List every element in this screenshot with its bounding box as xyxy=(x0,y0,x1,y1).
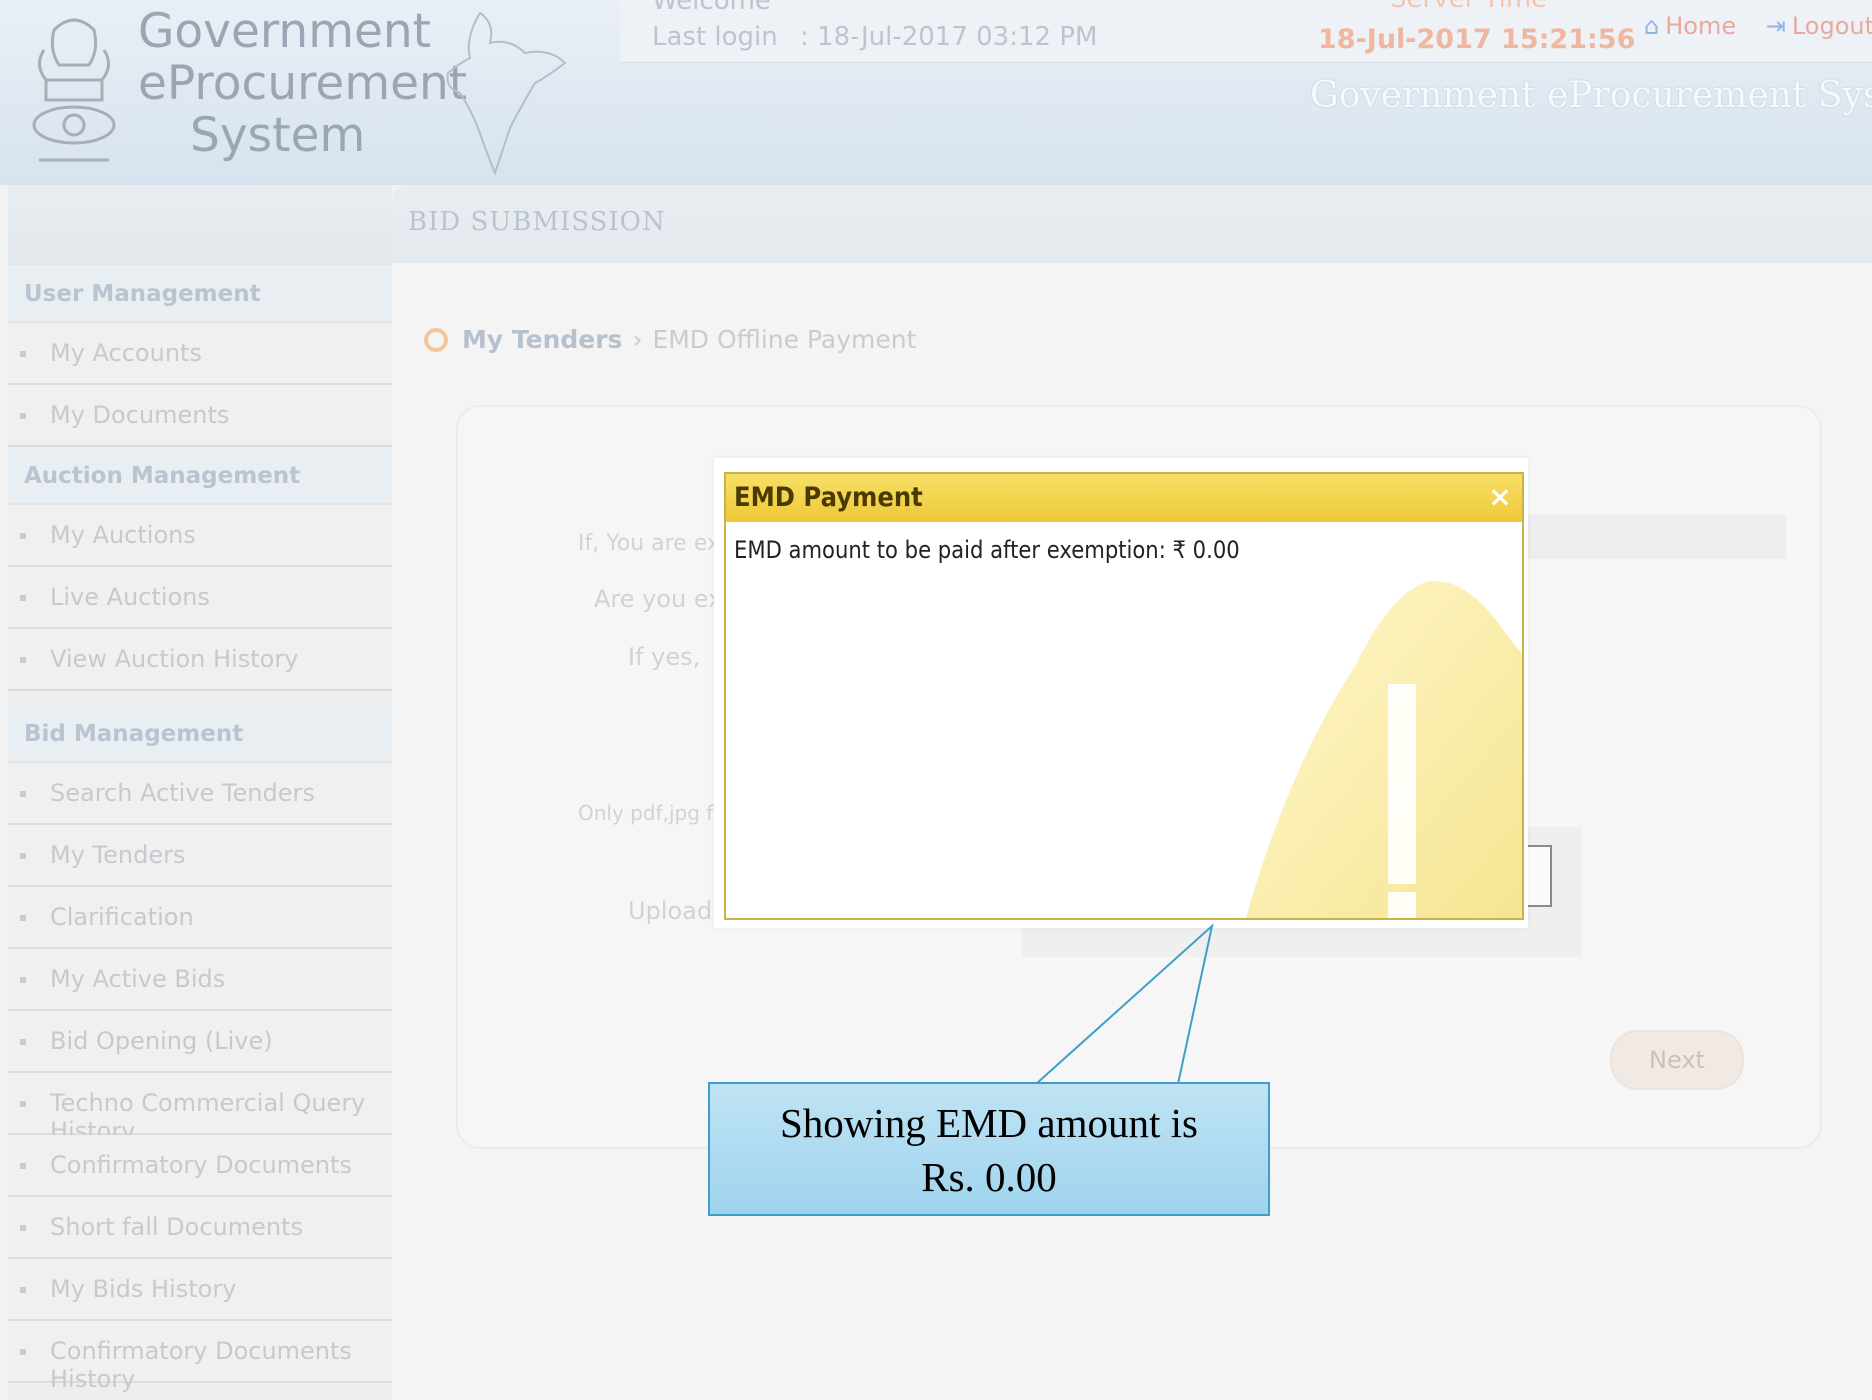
logout-link[interactable]: Logout xyxy=(1792,12,1872,40)
sidebar-heading-bid-management: Bid Management xyxy=(8,705,392,763)
breadcrumb-dot-icon xyxy=(424,328,448,352)
logo-line-2: eProcurement xyxy=(138,56,468,111)
sidebar-top xyxy=(8,185,392,265)
bullet-icon xyxy=(20,1225,26,1231)
page-title: BID SUBMISSION xyxy=(408,207,666,237)
callout-line-1: Showing EMD amount is xyxy=(780,1100,1198,1146)
logout-icon[interactable]: ⇥ xyxy=(1766,12,1786,40)
sidebar: User Management My Accounts My Documents… xyxy=(8,185,392,1400)
sidebar-item-label: My Documents xyxy=(50,401,230,429)
system-name: Government eProcurement System xyxy=(1310,75,1872,116)
if-yes-label: If yes, xyxy=(628,643,701,671)
bullet-icon xyxy=(20,1101,26,1107)
annotation-callout: Showing EMD amount is Rs. 0.00 xyxy=(708,1082,1270,1216)
sidebar-item-my-active-bids[interactable]: My Active Bids xyxy=(8,949,392,1011)
file-type-note: Only pdf,jpg f xyxy=(578,801,714,825)
sidebar-item-confirmatory-documents[interactable]: Confirmatory Documents xyxy=(8,1135,392,1197)
sidebar-item-label: My Auctions xyxy=(50,521,196,549)
national-emblem-icon xyxy=(32,18,116,162)
main-title-bar: BID SUBMISSION xyxy=(392,185,1872,263)
bullet-icon xyxy=(20,1349,26,1355)
emd-amount-message: EMD amount to be paid after exemption: ₹… xyxy=(734,536,1240,564)
breadcrumb-separator: › xyxy=(632,325,643,354)
sidebar-item-live-auctions[interactable]: Live Auctions xyxy=(8,567,392,629)
dialog-title-bar[interactable]: EMD Payment × xyxy=(726,474,1522,522)
header-nav: ⌂ Home ⇥ Logout xyxy=(1638,12,1872,40)
sidebar-heading-user-management: User Management xyxy=(8,265,392,323)
bullet-icon xyxy=(20,533,26,539)
upload-label: Upload xyxy=(628,897,713,925)
bullet-icon xyxy=(20,1039,26,1045)
sidebar-item-label: My Accounts xyxy=(50,339,202,367)
sidebar-item-label: Clarification xyxy=(50,903,194,931)
home-link[interactable]: Home xyxy=(1665,12,1736,40)
logo-line-3: System xyxy=(190,108,366,163)
sidebar-item-label: Short fall Documents xyxy=(50,1213,303,1241)
bullet-icon xyxy=(20,1163,26,1169)
sidebar-item-label: Search Active Tenders xyxy=(50,779,315,807)
bullet-icon xyxy=(20,351,26,357)
home-icon[interactable]: ⌂ xyxy=(1644,12,1659,40)
sidebar-heading-auction-management: Auction Management xyxy=(8,447,392,505)
breadcrumb: My Tenders › EMD Offline Payment xyxy=(424,325,916,354)
sidebar-item-my-documents[interactable]: My Documents xyxy=(8,385,392,447)
site-logo-text: Government eProcurement System xyxy=(138,4,468,163)
exemption-note: If, You are ex xyxy=(578,531,720,556)
breadcrumb-current: EMD Offline Payment xyxy=(652,325,917,354)
page-header: Government eProcurement System Welcome L… xyxy=(0,0,1872,185)
dialog-title: EMD Payment xyxy=(734,482,923,513)
breadcrumb-my-tenders[interactable]: My Tenders xyxy=(462,325,622,354)
sidebar-item-techno-commercial-query-history[interactable]: Techno Commercial Query History xyxy=(8,1073,392,1145)
bullet-icon xyxy=(20,853,26,859)
next-button[interactable]: Next xyxy=(1610,1030,1744,1090)
welcome-label: Welcome xyxy=(652,0,771,16)
warning-icon xyxy=(1246,581,1522,918)
logo-line-1: Government xyxy=(138,4,432,59)
server-time-value: 18-Jul-2017 15:21:56 xyxy=(1318,24,1636,55)
sidebar-item-short-fall-documents[interactable]: Short fall Documents xyxy=(8,1197,392,1259)
sidebar-item-search-active-tenders[interactable]: Search Active Tenders xyxy=(8,763,392,825)
bullet-icon xyxy=(20,595,26,601)
bullet-icon xyxy=(20,657,26,663)
sidebar-item-label: Live Auctions xyxy=(50,583,210,611)
bullet-icon xyxy=(20,791,26,797)
sidebar-item-label: Bid Opening (Live) xyxy=(50,1027,273,1055)
sidebar-item-label: My Active Bids xyxy=(50,965,226,993)
sidebar-item-label: My Bids History xyxy=(50,1275,237,1303)
sidebar-item-confirmatory-documents-history[interactable]: Confirmatory Documents History xyxy=(8,1321,392,1393)
bullet-icon xyxy=(20,915,26,921)
sidebar-item-clarification[interactable]: Clarification xyxy=(8,887,392,949)
emd-payment-dialog: EMD Payment × EMD amount to be paid afte… xyxy=(724,472,1524,920)
sidebar-item-bid-opening-live[interactable]: Bid Opening (Live) xyxy=(8,1011,392,1073)
last-login-label: Last login xyxy=(652,22,778,52)
sidebar-item-my-auctions[interactable]: My Auctions xyxy=(8,505,392,567)
bullet-icon xyxy=(20,977,26,983)
india-map-icon xyxy=(446,11,567,176)
sidebar-item-my-bids-history[interactable]: My Bids History xyxy=(8,1259,392,1321)
sidebar-item-my-tenders[interactable]: My Tenders xyxy=(8,825,392,887)
sidebar-item-label: View Auction History xyxy=(50,645,299,673)
bullet-icon xyxy=(20,1287,26,1293)
sidebar-item-label: My Tenders xyxy=(50,841,186,869)
bullet-icon xyxy=(20,413,26,419)
exemption-question-label: Are you ex xyxy=(594,585,723,613)
close-icon[interactable]: × xyxy=(1486,482,1514,512)
server-time-label: Server Time xyxy=(1390,0,1547,14)
sidebar-item-view-auction-history[interactable]: View Auction History xyxy=(8,629,392,691)
sidebar-item-label: Confirmatory Documents xyxy=(50,1151,352,1179)
last-login-value: : 18-Jul-2017 03:12 PM xyxy=(800,22,1098,52)
sidebar-item-my-accounts[interactable]: My Accounts xyxy=(8,323,392,385)
callout-line-2: Rs. 0.00 xyxy=(921,1154,1057,1200)
sidebar-item-label: Confirmatory Documents History xyxy=(50,1337,352,1393)
